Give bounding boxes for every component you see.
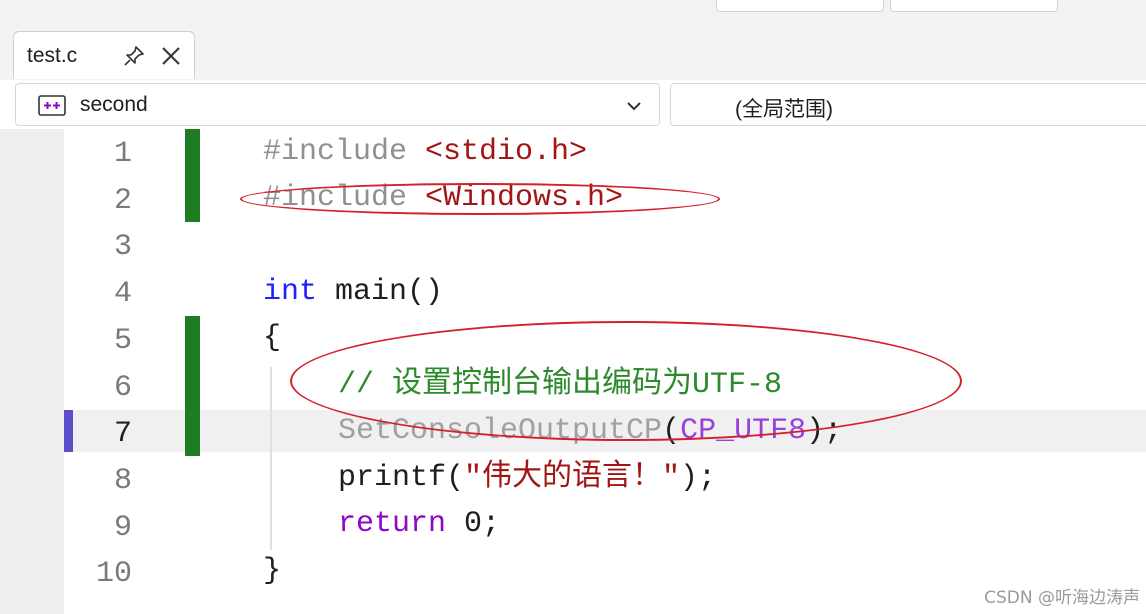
line-number: 5 <box>113 324 132 358</box>
tab-title: test.c <box>27 44 78 67</box>
close-icon[interactable] <box>159 44 183 68</box>
line-number: 6 <box>113 371 132 405</box>
toolbar-dropdown-fragment-2[interactable] <box>890 0 1058 12</box>
global-scope-label: (全局范围) <box>735 98 833 121</box>
code-line-8: printf("伟大的语言！"); <box>338 455 716 501</box>
string-literal: "伟大的语言！" <box>464 461 681 495</box>
line-number: 8 <box>113 464 132 498</box>
annotation-ellipse-setconsole <box>290 321 962 441</box>
line-number: 3 <box>113 230 132 264</box>
function-scope-dropdown[interactable]: second <box>15 83 660 126</box>
code-line-5: { <box>263 321 282 355</box>
line-number: 1 <box>113 137 132 171</box>
line-number: 10 <box>95 557 132 591</box>
glyph-margin[interactable] <box>0 129 64 614</box>
annotation-ellipse-include <box>240 183 720 215</box>
return-value: 0; <box>446 507 501 541</box>
change-bar-saved-2 <box>185 316 200 456</box>
code-editor[interactable]: 1 2 3 4 5 6 7 8 9 10 #include <stdio.h> … <box>0 129 1146 614</box>
line-number: 9 <box>113 511 132 545</box>
line-number-current: 7 <box>113 417 132 451</box>
navigation-bar: second (全局范围) <box>0 80 1146 130</box>
change-bar-saved <box>185 129 200 222</box>
indent-guide <box>270 367 272 550</box>
document-tab-strip: test.c <box>0 28 1146 81</box>
toolbar-dropdown-fragment[interactable] <box>716 0 884 12</box>
return-keyword: return <box>338 507 447 541</box>
function-scope-label: second <box>80 93 148 116</box>
type-keyword: int <box>263 275 318 309</box>
pin-icon[interactable] <box>121 43 147 69</box>
function-call: printf( <box>338 461 465 495</box>
line-number: 4 <box>113 277 132 311</box>
function-member-icon <box>38 95 66 116</box>
include-directive: #include <box>263 135 426 169</box>
code-line-10: } <box>263 554 282 588</box>
include-header: <stdio.h> <box>425 135 588 169</box>
code-line-4: int main() <box>263 269 443 315</box>
chevron-down-icon[interactable] <box>624 98 644 114</box>
tab-test-c[interactable]: test.c <box>13 31 195 79</box>
line-number: 2 <box>113 184 132 218</box>
code-line-9: return 0; <box>338 501 500 547</box>
watermark: CSDN @听海边涛声 <box>984 588 1140 608</box>
code-line-1: #include <stdio.h> <box>263 129 587 175</box>
global-scope-dropdown[interactable]: (全局范围) <box>670 83 1146 126</box>
current-line-marker <box>64 410 73 452</box>
function-signature: main() <box>317 275 444 309</box>
statement-end: ); <box>680 461 717 495</box>
top-toolbar-strip <box>0 0 1146 28</box>
